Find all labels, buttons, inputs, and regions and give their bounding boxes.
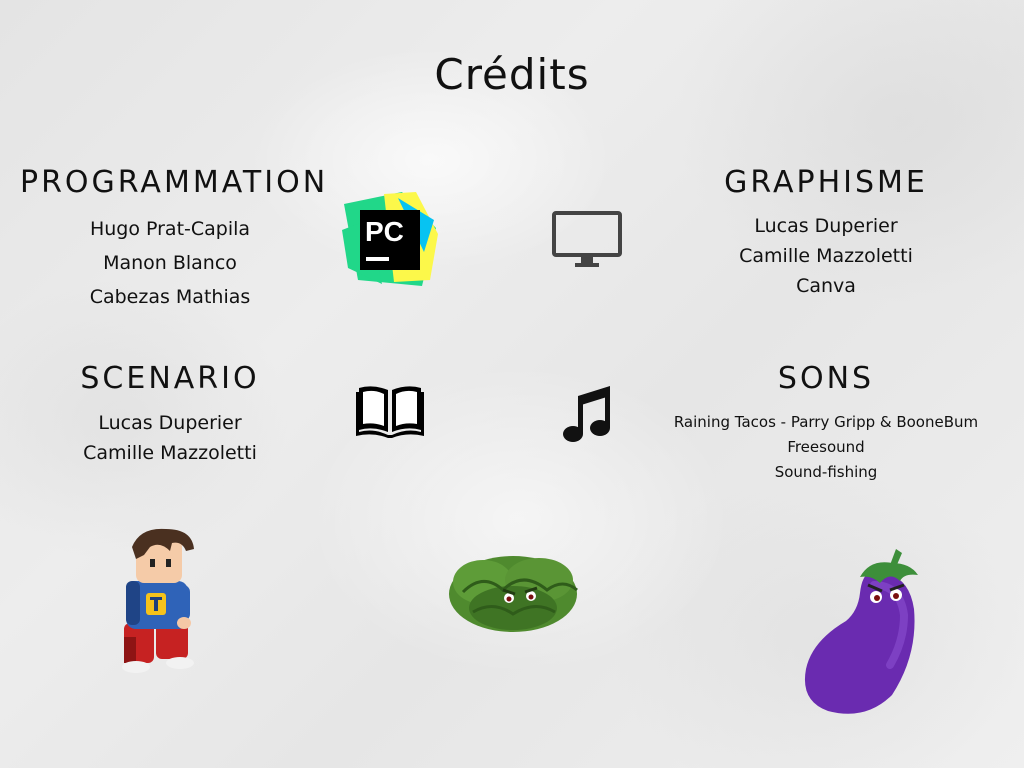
programmation-heading: PROGRAMMATION (20, 165, 329, 200)
sons-names: Raining Tacos - Parry Gripp & BooneBum F… (646, 410, 1006, 485)
scenario-names: Lucas Duperier Camille Mazzoletti (20, 408, 320, 468)
open-book-icon (356, 386, 424, 438)
graphisme-heading: GRAPHISME (724, 165, 928, 200)
credit-name: Cabezas Mathias (89, 286, 251, 308)
cabbage-enemy (449, 556, 578, 632)
credit-name: Sound-fishing (774, 463, 878, 481)
music-note-icon (563, 386, 610, 442)
credit-name: Raining Tacos - Parry Gripp & BooneBum (673, 413, 979, 431)
credit-name: Hugo Prat-Capila (89, 218, 251, 240)
credit-name: Camille Mazzoletti (83, 442, 257, 464)
credit-name: Freesound (787, 438, 865, 456)
pycharm-logo: PC (342, 192, 438, 286)
monitor-icon (552, 211, 622, 267)
programmation-names: Hugo Prat-Capila Manon Blanco Cabezas Ma… (20, 212, 320, 314)
credit-name: Lucas Duperier (754, 215, 898, 237)
page-title: Crédits (434, 50, 590, 99)
scenario-heading: SCENARIO (80, 361, 260, 396)
credit-name: Manon Blanco (103, 252, 237, 274)
credit-name: Canva (796, 275, 856, 297)
boy-character (122, 528, 194, 673)
graphisme-names: Lucas Duperier Camille Mazzoletti Canva (676, 211, 976, 301)
eggplant-enemy (804, 549, 918, 714)
pycharm-logo-text: PC (365, 216, 404, 247)
sons-heading: SONS (777, 361, 875, 396)
credit-name: Lucas Duperier (98, 412, 242, 434)
credit-name: Camille Mazzoletti (739, 245, 913, 267)
